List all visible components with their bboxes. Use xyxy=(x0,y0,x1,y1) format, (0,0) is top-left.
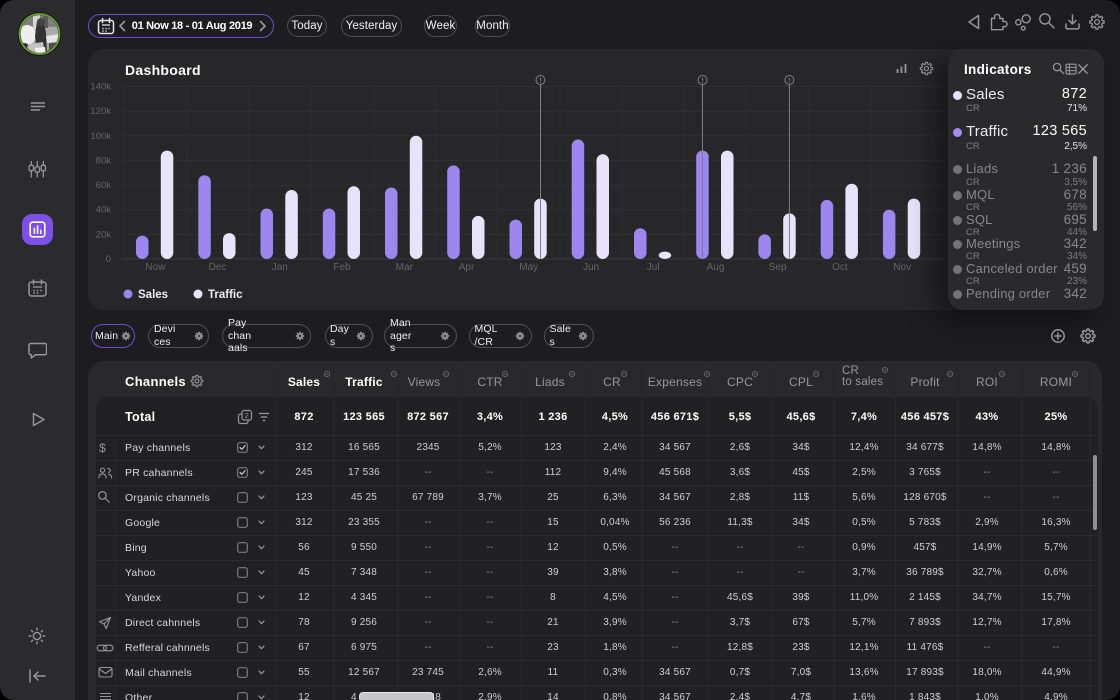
svg-text:Traffic: Traffic xyxy=(208,289,243,301)
svg-text:Now: Now xyxy=(145,262,166,273)
svg-text:Oct: Oct xyxy=(832,262,848,273)
svg-text:Sep: Sep xyxy=(769,262,787,273)
svg-text:May: May xyxy=(519,262,538,273)
svg-text:140k: 140k xyxy=(90,82,111,93)
svg-text:Jun: Jun xyxy=(583,262,599,273)
svg-text:Sales: Sales xyxy=(138,289,168,301)
svg-text:100k: 100k xyxy=(90,131,111,142)
svg-text:80k: 80k xyxy=(96,155,112,166)
svg-text:20k: 20k xyxy=(96,229,112,240)
svg-text:2: 2 xyxy=(245,411,249,420)
svg-text:Feb: Feb xyxy=(333,262,351,273)
svg-text:Nov: Nov xyxy=(893,262,911,273)
svg-text:Jul: Jul xyxy=(647,262,660,273)
svg-text:60k: 60k xyxy=(96,180,112,191)
svg-text:Dec: Dec xyxy=(209,262,227,273)
svg-text:0: 0 xyxy=(106,254,111,265)
svg-text:Aug: Aug xyxy=(707,262,725,273)
svg-text:Mar: Mar xyxy=(396,262,414,273)
svg-text:Jan: Jan xyxy=(272,262,288,273)
svg-text:40k: 40k xyxy=(96,205,112,216)
svg-text:Apr: Apr xyxy=(459,262,475,273)
svg-text:120k: 120k xyxy=(90,106,111,117)
